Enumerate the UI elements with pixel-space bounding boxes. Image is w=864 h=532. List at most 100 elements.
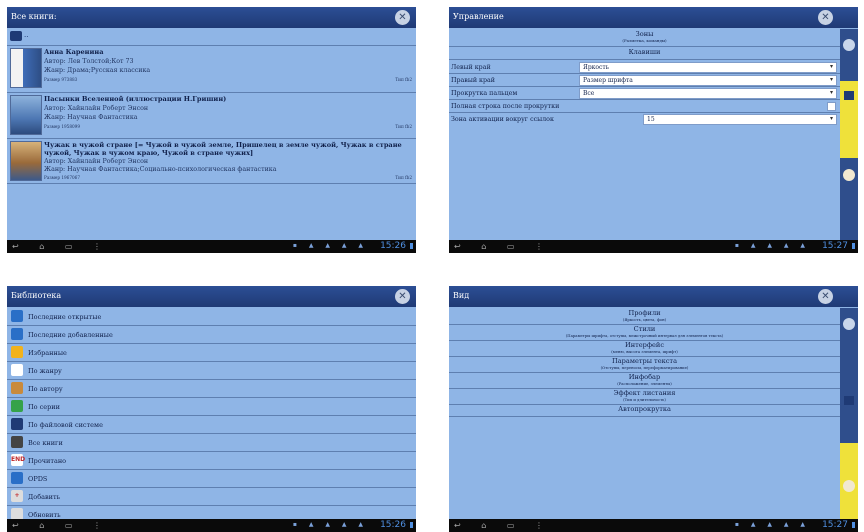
book-item-2[interactable]: Пасынки Вселенной (иллюстрации Н.Гришин)… [7, 93, 416, 139]
right-edge-label: Правый край [451, 77, 495, 84]
zones-section[interactable]: Зоны (Разметка, команды) [449, 30, 840, 47]
view-section[interactable]: Стили (Параметры шрифта, отступы, межстро… [449, 325, 840, 341]
link-zone-select[interactable]: 15 ▾ [643, 114, 837, 125]
finger-scroll-select[interactable]: Все ▾ [579, 88, 837, 99]
section-title: Автопрокрутка [618, 405, 671, 413]
title-bar: Управление ✕ [449, 7, 858, 28]
close-button[interactable]: ✕ [395, 289, 410, 304]
dropdown-arrow-icon: ▾ [829, 115, 833, 122]
select-value: Яркость [583, 64, 609, 71]
full-line-label: Полная строка после прокрутки [451, 103, 560, 110]
library-item[interactable]: По автору [7, 380, 416, 398]
globe-icon [11, 328, 23, 340]
folder-icon [11, 418, 23, 430]
app-icon[interactable] [844, 91, 854, 100]
book-cover-image [10, 48, 42, 88]
panel-controls: Управление ✕ Зоны (Разметка, команды) Кл… [449, 7, 858, 253]
library-item[interactable]: Последние открытые [7, 308, 416, 326]
folder-up-icon [10, 31, 22, 41]
full-line-row[interactable]: Полная строка после прокрутки [449, 100, 840, 113]
parent-folder-label: .. [24, 31, 29, 39]
select-value: Все [583, 90, 595, 97]
book-item-3[interactable]: Чужак в чужой стране [= Чужой в чужой зе… [7, 139, 416, 184]
genre-icon [11, 364, 23, 376]
flag-icon [11, 400, 23, 412]
full-line-checkbox[interactable] [827, 102, 836, 111]
close-button[interactable]: ✕ [818, 10, 833, 25]
book-item-1[interactable]: Анна Каренина Автор: Лев Толстой;Кот 73 … [7, 46, 416, 93]
close-button[interactable]: ✕ [818, 289, 833, 304]
keys-section[interactable]: Клавиши [449, 48, 840, 60]
library-item-label: Все книги [28, 439, 63, 447]
status-icons: ▪ ▲ ▲ ▲ ▲ [734, 242, 810, 249]
close-button[interactable]: ✕ [395, 10, 410, 25]
book-genre: Жанр: Драма;Русская классика [44, 67, 151, 74]
select-value: Размер шрифта [583, 77, 633, 84]
library-item[interactable]: Все книги [7, 434, 416, 452]
globe-icon [11, 310, 23, 322]
library-item-label: Избранные [28, 349, 67, 357]
book-type: Тип fb2 [395, 124, 412, 129]
library-item[interactable]: END Прочитано [7, 452, 416, 470]
view-section[interactable]: Инфобар (Расположение, элементы) [449, 373, 840, 389]
book-title: Пасынки Вселенной (иллюстрации Н.Гришин) [44, 95, 227, 103]
book-title: Чужак в чужой стране [= Чужой в чужой зе… [44, 141, 402, 157]
view-section[interactable]: Профили (Яркость, цвета, фон) [449, 309, 840, 325]
book-type: Тип fb2 [395, 175, 412, 180]
bubble-icon[interactable] [843, 318, 855, 330]
parent-folder-item[interactable]: .. [7, 29, 416, 46]
right-edge-select[interactable]: Размер шрифта ▾ [579, 75, 837, 86]
view-section[interactable]: Параметры текста (Отступы, переносы, пере… [449, 357, 840, 373]
library-item[interactable]: По серии [7, 398, 416, 416]
link-zone-label: Зона активации вокруг ссылок [451, 116, 554, 123]
view-section[interactable]: Автопрокрутка [449, 405, 840, 417]
status-icons: ▪ ▲ ▲ ▲ ▲ [734, 521, 810, 528]
library-item[interactable]: Избранные [7, 344, 416, 362]
avatar-icon[interactable] [843, 169, 855, 181]
book-type: Тип fb2 [395, 77, 412, 82]
section-title: Стили [633, 325, 656, 333]
app-icon[interactable] [844, 396, 854, 405]
panel-view: Вид ✕ Профили (Яркость, цвета, фон) Стили(… [449, 286, 858, 532]
view-section[interactable]: Интерфейс (меню, высота элемента, шрифт) [449, 341, 840, 357]
section-title: Инфобар [628, 373, 661, 381]
library-item[interactable]: По жанру [7, 362, 416, 380]
left-edge-label: Левый край [451, 64, 491, 71]
library-item[interactable]: Последние добавленные [7, 326, 416, 344]
clock: 15:27 [822, 520, 848, 530]
left-edge-row: Левый край Яркость ▾ [449, 61, 840, 74]
library-item[interactable]: + Добавить [7, 488, 416, 506]
zones-title: Зоны [635, 30, 654, 38]
status-icons: ▪ ▲ ▲ ▲ ▲ [292, 521, 368, 528]
section-subtitle: (меню, высота элемента, шрифт) [611, 349, 678, 354]
star-icon [11, 346, 23, 358]
book-author: Автор: Хайнлайн Роберт Энсон [44, 105, 149, 112]
clock: 15:27 [822, 241, 848, 251]
dropdown-arrow-icon: ▾ [829, 89, 833, 96]
books-icon [11, 436, 23, 448]
keys-title: Клавиши [628, 48, 661, 56]
library-item[interactable]: По файловой системе [7, 416, 416, 434]
section-subtitle: (Расположение, элементы) [617, 381, 672, 386]
view-section[interactable]: Эффект листания (Тип и длительность) [449, 389, 840, 405]
bubble-icon[interactable] [843, 39, 855, 51]
left-edge-select[interactable]: Яркость ▾ [579, 62, 837, 73]
side-toolbar [840, 29, 858, 240]
avatar-icon[interactable] [843, 480, 855, 492]
library-item[interactable]: OPDS [7, 470, 416, 488]
nav-buttons[interactable]: ↩ ⌂ ▭ ⋮ [454, 242, 552, 251]
book-author: Автор: Хайнлайн Роберт Энсон [44, 158, 149, 165]
book-size: Размер 1958099 [44, 124, 80, 129]
battery-icon [410, 522, 413, 528]
section-title: Профили [628, 309, 661, 317]
nav-buttons[interactable]: ↩ ⌂ ▭ ⋮ [12, 242, 110, 251]
battery-icon [852, 243, 855, 249]
window-title: Все книги: [11, 12, 57, 21]
title-bar: Вид ✕ [449, 286, 858, 307]
side-toolbar [840, 308, 858, 519]
end-icon: END [11, 454, 25, 466]
select-value: 15 [647, 116, 655, 123]
author-icon [11, 382, 23, 394]
window-title: Вид [453, 291, 470, 300]
battery-icon [852, 522, 855, 528]
